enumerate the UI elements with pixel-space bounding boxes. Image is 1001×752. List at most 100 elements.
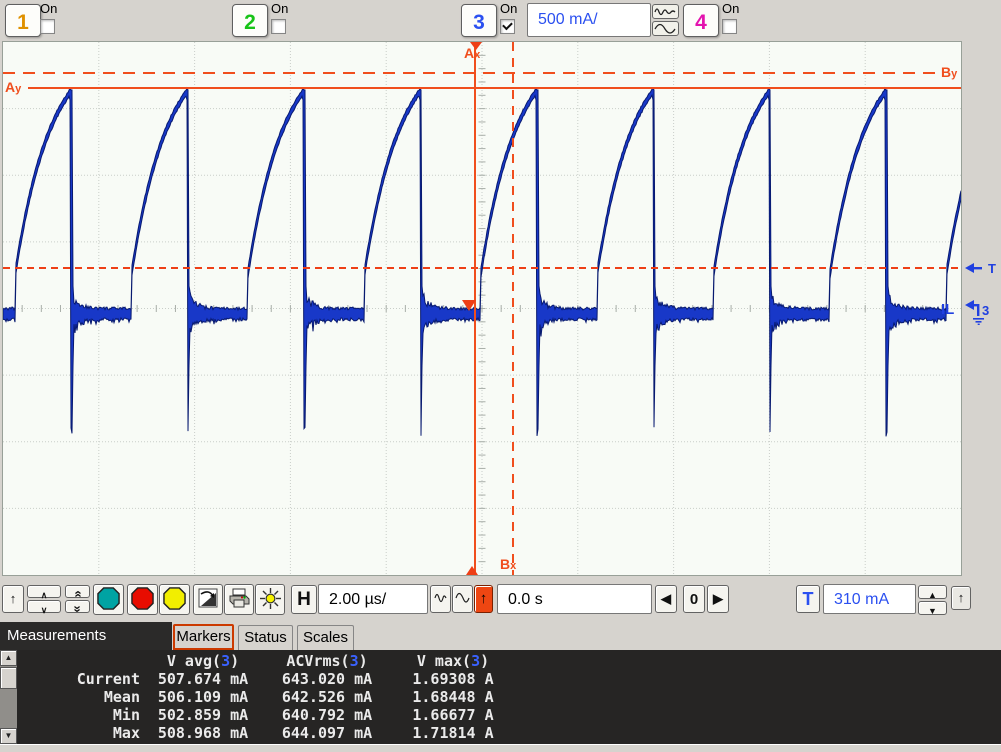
scrollbar-thumb[interactable] — [0, 667, 17, 689]
channel4-on-checkbox[interactable] — [722, 19, 737, 34]
run-button[interactable] — [93, 584, 124, 615]
measurement-value: 508.968 mA — [140, 724, 266, 742]
tab-scales[interactable]: Scales — [297, 625, 354, 650]
measurement-row-label: Current — [17, 670, 140, 688]
channel2-on-checkbox[interactable] — [271, 19, 286, 34]
measurement-row: Mean506.109 mA642.526 mA1.68448 A — [17, 688, 518, 706]
waveform-plot — [3, 42, 961, 575]
measurement-column-header: V max(3) — [388, 652, 518, 670]
channel2-label: 2 — [244, 11, 256, 34]
scroll-up-icon: ▲ — [5, 653, 13, 662]
print-button[interactable] — [224, 584, 254, 615]
spin-up-icon: ▲ — [928, 590, 937, 600]
waveform-il-label: IL — [941, 301, 954, 318]
damped-wave-icon — [654, 6, 677, 17]
channel4-on-label: On — [722, 1, 739, 16]
ground-reference-icon: 3 — [963, 297, 997, 325]
timebase-zoom-in-button[interactable] — [452, 585, 473, 613]
cursor-ax-bottom-marker[interactable] — [466, 566, 478, 575]
double-chevron-up-icon: » — [72, 590, 82, 597]
results-tabbar: Measurements Markers Status Scales — [0, 622, 1001, 650]
cursor-by-line[interactable] — [3, 72, 940, 74]
coarse-up-button[interactable]: » — [65, 585, 90, 598]
single-button[interactable] — [159, 584, 190, 615]
single-octagon-icon — [163, 587, 186, 610]
trigger-level-line[interactable] — [3, 267, 961, 269]
chevron-up-icon: ∧ — [41, 590, 48, 600]
up-arrow-icon: ↑ — [10, 591, 17, 606]
channel2-on-group: On — [271, 1, 288, 34]
trigger-level-marker[interactable]: T — [963, 260, 999, 281]
channel3-button[interactable]: 3 — [461, 4, 497, 37]
fine-up-button[interactable]: ∧ — [27, 585, 61, 598]
channel3-label: 3 — [473, 11, 485, 34]
channel2-button[interactable]: 2 — [232, 4, 268, 37]
measurements-header-row: V avg(3)ACVrms(3)V max(3) — [17, 652, 518, 670]
channel1-button[interactable]: 1 — [5, 4, 41, 37]
compressed-wave-icon — [433, 591, 448, 605]
delay-left-button[interactable]: ◀ — [655, 585, 677, 613]
coarse-down-button[interactable]: » — [65, 600, 90, 613]
display-brightness-button[interactable] — [255, 584, 285, 615]
channel3-scale-coarse-button[interactable] — [652, 4, 679, 19]
cursor-bx-line[interactable] — [512, 42, 514, 575]
measurement-column-header: ACVrms(3) — [266, 652, 388, 670]
bottom-strip — [0, 744, 1001, 752]
measurement-row-label: Min — [17, 706, 140, 724]
trigger-level-down-button[interactable]: ▼ — [918, 601, 947, 615]
scrollbar-up-button[interactable]: ▲ — [0, 650, 17, 666]
channel3-scale-fine-button[interactable] — [652, 21, 679, 36]
delay-zero-button[interactable]: 0 — [683, 585, 705, 613]
horizontal-menu-button[interactable]: H — [291, 585, 317, 614]
trigger-position-reset-button[interactable]: ↑ — [474, 585, 493, 613]
channel4-on-group: On — [722, 1, 739, 34]
cursor-ay-label: Ay — [5, 80, 21, 96]
channel4-button[interactable]: 4 — [683, 4, 719, 37]
measurement-value: 502.859 mA — [140, 706, 266, 724]
measurement-value: 642.526 mA — [266, 688, 388, 706]
waveform-display[interactable]: Ax Bx Ay By IL — [2, 41, 962, 576]
timebase-field[interactable]: 2.00 µs/ — [318, 584, 428, 614]
trigger-position-marker[interactable] — [470, 42, 482, 50]
channel3-scale-field[interactable]: 500 mA/ — [527, 3, 651, 37]
tab-measurements[interactable]: Measurements — [0, 622, 172, 650]
measurement-row: Max508.968 mA644.097 mA1.71814 A — [17, 724, 518, 742]
channel1-on-checkbox[interactable] — [40, 19, 55, 34]
up-arrow-icon: ↑ — [958, 590, 965, 605]
right-arrow-icon: ▶ — [713, 591, 723, 606]
delay-right-button[interactable]: ▶ — [707, 585, 729, 613]
autoscale-icon — [197, 587, 219, 609]
scrollbar-down-button[interactable]: ▼ — [0, 728, 17, 744]
measurement-value: 1.69308 A — [388, 670, 518, 688]
measurement-value: 1.66677 A — [388, 706, 518, 724]
trigger-level-field[interactable]: 310 mA — [823, 584, 916, 614]
horizontal-position-field[interactable]: 0.0 s — [497, 584, 652, 614]
oscilloscope-app: 1 On 2 On 3 On 500 mA/ 4 On — [0, 0, 1001, 752]
trigger-level-up-button[interactable]: ▲ — [918, 585, 947, 599]
left-arrow-icon: ◀ — [661, 591, 671, 606]
measurement-value: 643.020 mA — [266, 670, 388, 688]
trigger-marker-button[interactable]: ↑ — [951, 586, 971, 610]
stop-button[interactable] — [127, 584, 158, 615]
autoscale-button[interactable] — [193, 584, 223, 615]
tab-status[interactable]: Status — [238, 625, 293, 650]
measurements-table: V avg(3)ACVrms(3)V max(3)Current507.674 … — [17, 652, 518, 742]
scroll-top-button[interactable]: ↑ — [2, 585, 24, 613]
tab-markers[interactable]: Markers — [173, 624, 234, 650]
channel3-ground-marker[interactable]: 3 — [963, 297, 997, 330]
fine-down-button[interactable]: ∨ — [27, 600, 61, 613]
spin-down-icon: ▼ — [928, 606, 937, 616]
measurement-value: 1.71814 A — [388, 724, 518, 742]
measurement-value: 644.097 mA — [266, 724, 388, 742]
measurements-scrollbar[interactable]: ▲ ▼ — [0, 650, 17, 744]
double-chevron-down-icon: » — [72, 605, 82, 612]
measurement-row: Min502.859 mA640.792 mA1.66677 A — [17, 706, 518, 724]
channel2-on-label: On — [271, 1, 288, 16]
timebase-zoom-out-button[interactable] — [430, 585, 451, 613]
trigger-menu-button[interactable]: T — [796, 585, 820, 613]
measurement-row: Current507.674 mA643.020 mA1.69308 A — [17, 670, 518, 688]
cursor-ay-line[interactable] — [28, 87, 961, 89]
horizontal-trigger-toolbar: ↑ ∧ ∨ » » — [0, 583, 1001, 622]
channel3-on-checkbox[interactable] — [500, 19, 515, 34]
trigger-point-marker — [462, 300, 476, 311]
